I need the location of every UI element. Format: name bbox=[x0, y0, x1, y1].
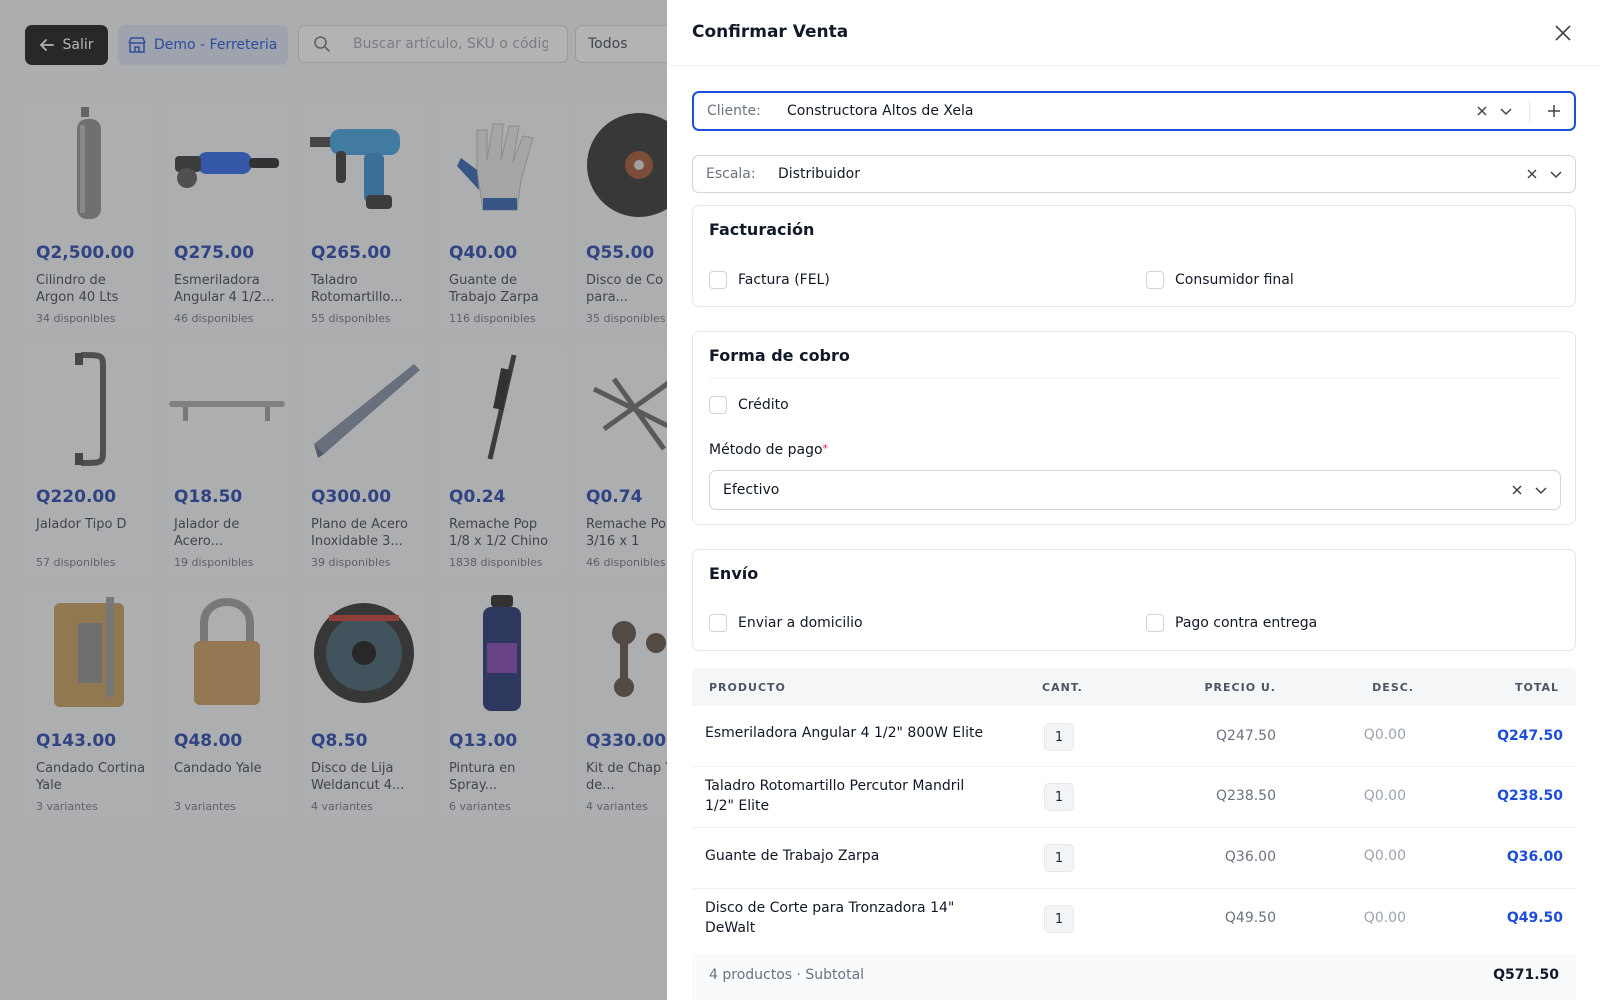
col-discount: DESC. bbox=[1372, 681, 1414, 694]
client-select[interactable]: Cliente: Constructora Altos de Xela bbox=[692, 91, 1576, 131]
shipping-title: Envío bbox=[709, 564, 759, 583]
payment-method-label: Método de pago* bbox=[709, 442, 828, 458]
home-delivery-label: Enviar a domicilio bbox=[738, 615, 863, 631]
client-value: Constructora Altos de Xela bbox=[787, 103, 974, 119]
confirm-sale-drawer: Confirmar Venta Cliente: Constructora Al… bbox=[667, 0, 1600, 1000]
invoice-fel-checkbox[interactable]: Factura (FEL) bbox=[709, 271, 830, 289]
payment-method-select[interactable]: Efectivo bbox=[709, 470, 1561, 510]
col-qty: CANT. bbox=[1042, 681, 1083, 694]
invoice-fel-label: Factura (FEL) bbox=[738, 272, 830, 288]
row-product-name: Guante de Trabajo Zarpa bbox=[705, 848, 880, 864]
row-discount[interactable]: Q0.00 bbox=[1364, 788, 1406, 804]
row-qty-input[interactable]: 1 bbox=[1044, 905, 1074, 933]
row-unit-price: Q247.50 bbox=[1215, 728, 1276, 744]
sale-items-table: PRODUCTO CANT. PRECIO U. DESC. TOTAL Esm… bbox=[692, 668, 1576, 1000]
drawer-title: Confirmar Venta bbox=[692, 22, 849, 42]
shipping-section: Envío Enviar a domicilio Pago contra ent… bbox=[692, 549, 1576, 651]
row-unit-price: Q49.50 bbox=[1224, 910, 1276, 926]
scale-value: Distribuidor bbox=[778, 166, 860, 182]
col-unit-price: PRECIO U. bbox=[1204, 681, 1276, 694]
table-row: Guante de Trabajo Zarpa 1 Q36.00 Q0.00 Q… bbox=[692, 828, 1576, 889]
row-total: Q36.00 bbox=[1506, 849, 1563, 865]
checkbox-box[interactable] bbox=[1146, 614, 1164, 632]
subtotal-label: 4 productos · Subtotal bbox=[709, 967, 865, 983]
row-total: Q247.50 bbox=[1497, 728, 1563, 744]
row-product-name: Taladro Rotomartillo Percutor Mandril 1/… bbox=[705, 778, 965, 814]
row-total: Q238.50 bbox=[1497, 788, 1563, 804]
row-product-name: Disco de Corte para Tronzadora 14" DeWal… bbox=[705, 900, 955, 936]
modal-backdrop[interactable] bbox=[0, 0, 667, 1000]
checkbox-box[interactable] bbox=[709, 271, 727, 289]
payment-section: Forma de cobro Crédito Método de pago* E… bbox=[692, 331, 1576, 525]
final-consumer-checkbox[interactable]: Consumidor final bbox=[1146, 271, 1294, 289]
home-delivery-checkbox[interactable]: Enviar a domicilio bbox=[709, 614, 863, 632]
table-header: PRODUCTO CANT. PRECIO U. DESC. TOTAL bbox=[692, 668, 1576, 706]
checkbox-box[interactable] bbox=[709, 614, 727, 632]
billing-section: Facturación Factura (FEL) Consumidor fin… bbox=[692, 205, 1576, 307]
payment-title: Forma de cobro bbox=[709, 346, 850, 365]
billing-title: Facturación bbox=[709, 220, 815, 239]
payment-method-text: Método de pago bbox=[709, 442, 823, 458]
checkbox-box[interactable] bbox=[1146, 271, 1164, 289]
cash-on-delivery-label: Pago contra entrega bbox=[1175, 615, 1318, 631]
row-qty-input[interactable]: 1 bbox=[1044, 783, 1074, 811]
row-product-name: Esmeriladora Angular 4 1/2" 800W Elite bbox=[705, 725, 984, 741]
clear-icon[interactable] bbox=[1525, 167, 1539, 181]
price-scale-select[interactable]: Escala: Distribuidor bbox=[692, 155, 1576, 193]
add-icon[interactable] bbox=[1546, 103, 1562, 119]
row-unit-price: Q36.00 bbox=[1224, 849, 1276, 865]
cash-on-delivery-checkbox[interactable]: Pago contra entrega bbox=[1146, 614, 1317, 632]
clear-icon[interactable] bbox=[1510, 483, 1524, 497]
credit-checkbox[interactable]: Crédito bbox=[709, 396, 789, 414]
final-consumer-label: Consumidor final bbox=[1175, 272, 1294, 288]
table-row: Esmeriladora Angular 4 1/2" 800W Elite 1… bbox=[692, 706, 1576, 767]
checkbox-box[interactable] bbox=[709, 396, 727, 414]
scale-label: Escala: bbox=[706, 166, 756, 182]
row-discount[interactable]: Q0.00 bbox=[1364, 727, 1406, 743]
row-unit-price: Q238.50 bbox=[1215, 788, 1276, 804]
credit-label: Crédito bbox=[738, 397, 789, 413]
table-row: Taladro Rotomartillo Percutor Mandril 1/… bbox=[692, 767, 1576, 828]
row-qty-input[interactable]: 1 bbox=[1044, 844, 1074, 872]
divider bbox=[709, 378, 1561, 379]
table-footer: 4 productos · Subtotal Q571.50 bbox=[692, 953, 1576, 1000]
row-total: Q49.50 bbox=[1506, 910, 1563, 926]
col-product: PRODUCTO bbox=[709, 681, 786, 694]
clear-icon[interactable] bbox=[1475, 104, 1489, 118]
chevron-down-icon[interactable] bbox=[1499, 104, 1513, 118]
col-total: TOTAL bbox=[1514, 681, 1559, 694]
drawer-header: Confirmar Venta bbox=[667, 0, 1600, 66]
required-mark: * bbox=[822, 442, 829, 455]
chevron-down-icon[interactable] bbox=[1534, 483, 1548, 497]
row-qty-input[interactable]: 1 bbox=[1044, 723, 1074, 751]
chevron-down-icon[interactable] bbox=[1549, 167, 1563, 181]
close-icon[interactable] bbox=[1552, 22, 1574, 44]
row-discount[interactable]: Q0.00 bbox=[1364, 848, 1406, 864]
payment-method-value: Efectivo bbox=[723, 482, 780, 498]
client-label: Cliente: bbox=[707, 103, 761, 119]
table-row: Disco de Corte para Tronzadora 14" DeWal… bbox=[692, 889, 1576, 950]
subtotal-amount: Q571.50 bbox=[1493, 967, 1559, 983]
row-discount[interactable]: Q0.00 bbox=[1364, 910, 1406, 926]
